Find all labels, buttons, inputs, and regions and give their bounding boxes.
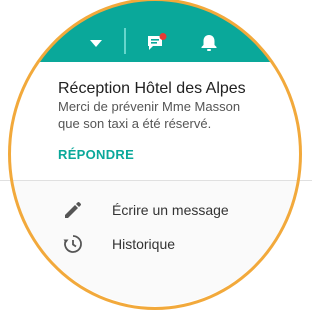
divider	[0, 180, 312, 181]
history-icon	[62, 233, 84, 255]
chat-icon[interactable]	[146, 33, 168, 58]
pencil-icon	[62, 199, 84, 221]
write-message-label: Écrire un message	[112, 202, 229, 218]
top-bar	[10, 0, 300, 62]
reply-button[interactable]: RÉPONDRE	[58, 147, 134, 162]
top-bar-divider	[124, 28, 126, 54]
chevron-down-icon[interactable]	[90, 40, 102, 47]
write-message-action[interactable]: Écrire un message	[62, 199, 282, 227]
notification-title: Réception Hôtel des Alpes	[58, 80, 246, 97]
unread-dot	[159, 33, 167, 40]
history-label: Historique	[112, 236, 176, 252]
notification-bell-icon[interactable]	[200, 33, 218, 58]
history-action[interactable]: Historique	[62, 233, 282, 261]
notification-body: Merci de prévenir Mme Masson que son tax…	[58, 99, 241, 131]
